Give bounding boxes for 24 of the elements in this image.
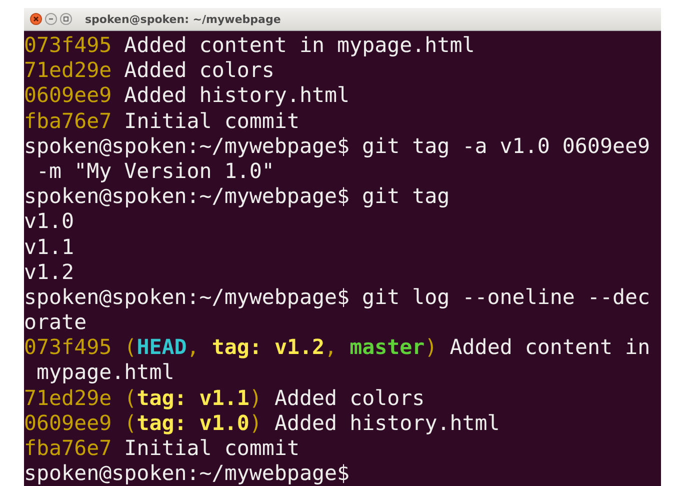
terminal-line: v1.2 [24,260,76,285]
terminal-line: -m "My Version 1.0" [36,158,276,184]
window-title: spoken@spoken: ~/mywebpage [85,12,281,26]
terminal-line: 073f495 (HEAD, tag: v1.2, master) Added content in [24,335,652,360]
terminal-line: mypage.html [36,360,176,386]
terminal-line: spoken@spoken:~/mywebpage$ git log --oneline --dec [24,284,652,310]
terminal-line: fba76e7 Initial commit [24,108,300,134]
terminal-line: v1.1 [24,234,76,260]
terminal-line: v1.0 [24,209,76,234]
terminal-line: 073f495 Added content in mypage.html [24,33,476,58]
maximize-button[interactable] [60,13,72,25]
terminal-line: orate [24,310,88,336]
terminal-line: spoken@spoken:~/mywebpage$ git tag [24,184,451,210]
terminal-line: spoken@spoken:~/mywebpage$ git tag -a v1.0 0609ee9 [24,134,652,159]
terminal-line: 71ed29e Added colors [24,58,276,84]
terminal-line: 0609ee9 (tag: v1.0) Added history.html [24,410,501,436]
close-icon [32,15,40,23]
terminal-line: 0609ee9 Added history.html [24,83,351,109]
terminal-line: fba76e7 Initial commit [24,436,300,462]
terminal-line: 71ed29e (tag: v1.1) Added colors [24,386,426,411]
maximize-icon [62,15,70,23]
terminal-line: spoken@spoken:~/mywebpage$ [24,461,351,486]
close-button[interactable] [30,13,42,25]
minimize-button[interactable] [45,13,57,25]
